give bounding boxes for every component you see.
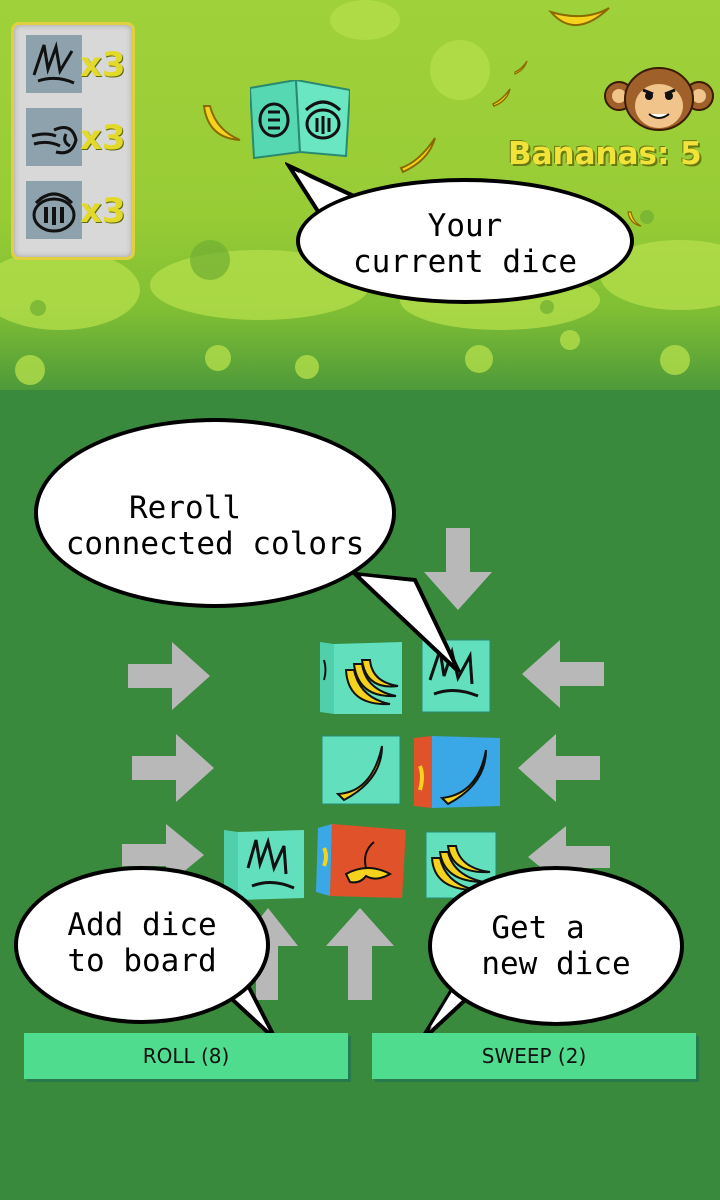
flying-banana-icon: [514, 60, 528, 75]
flying-banana-icon: [202, 105, 241, 141]
bubble-text: current dice: [353, 244, 577, 280]
wind-face-icon: [26, 108, 82, 166]
bubble-text: new dice: [481, 946, 631, 982]
roll-button[interactable]: ROLL (8): [24, 1033, 348, 1079]
bubble-text: connected colors: [65, 526, 365, 562]
bananas-score: Bananas: 5: [508, 136, 702, 172]
board-die-banana-peel[interactable]: [316, 822, 408, 898]
flying-banana-icon: [491, 88, 511, 107]
flying-banana-icon: [399, 137, 436, 174]
reroll-bubble: Reroll connected colors: [34, 418, 396, 608]
shell-face-icon: [26, 181, 82, 239]
inventory-count: x3: [80, 118, 126, 158]
bubble-text: Reroll: [129, 490, 241, 526]
bubble-tail: [349, 571, 461, 674]
inventory-item: x3: [26, 108, 136, 168]
arrow-right-icon[interactable]: [128, 638, 214, 714]
board-die-banana[interactable]: [414, 736, 500, 808]
arrow-left-icon[interactable]: [514, 730, 600, 806]
sweep-button[interactable]: SWEEP (2): [372, 1033, 696, 1079]
board-die-scribble[interactable]: [224, 828, 306, 900]
inventory-item: x3: [26, 181, 136, 241]
sweep-bubble: Get a new dice: [428, 866, 684, 1026]
flying-banana-icon: [548, 7, 610, 27]
current-die-icon[interactable]: [250, 80, 350, 160]
bubble-text: to board: [67, 943, 217, 979]
board-die-banana[interactable]: [320, 734, 402, 806]
bubble-text: Add dice: [67, 907, 217, 943]
current-dice-bubble: Your current dice: [296, 178, 634, 304]
inventory-item: x3: [26, 35, 136, 95]
monkey-icon: [604, 67, 714, 131]
dice-inventory-panel: x3 x3 x3: [11, 22, 135, 260]
arrow-left-icon[interactable]: [518, 636, 604, 712]
inventory-count: x3: [80, 191, 126, 231]
add-dice-bubble: Add dice to board: [14, 866, 270, 1024]
arrow-up-icon[interactable]: [322, 904, 398, 1000]
inventory-count: x3: [80, 45, 126, 85]
scribble-face-icon: [26, 35, 82, 93]
arrow-right-icon[interactable]: [132, 730, 218, 806]
bubble-text: Get a: [491, 910, 585, 946]
bubble-text: Your: [427, 208, 503, 244]
